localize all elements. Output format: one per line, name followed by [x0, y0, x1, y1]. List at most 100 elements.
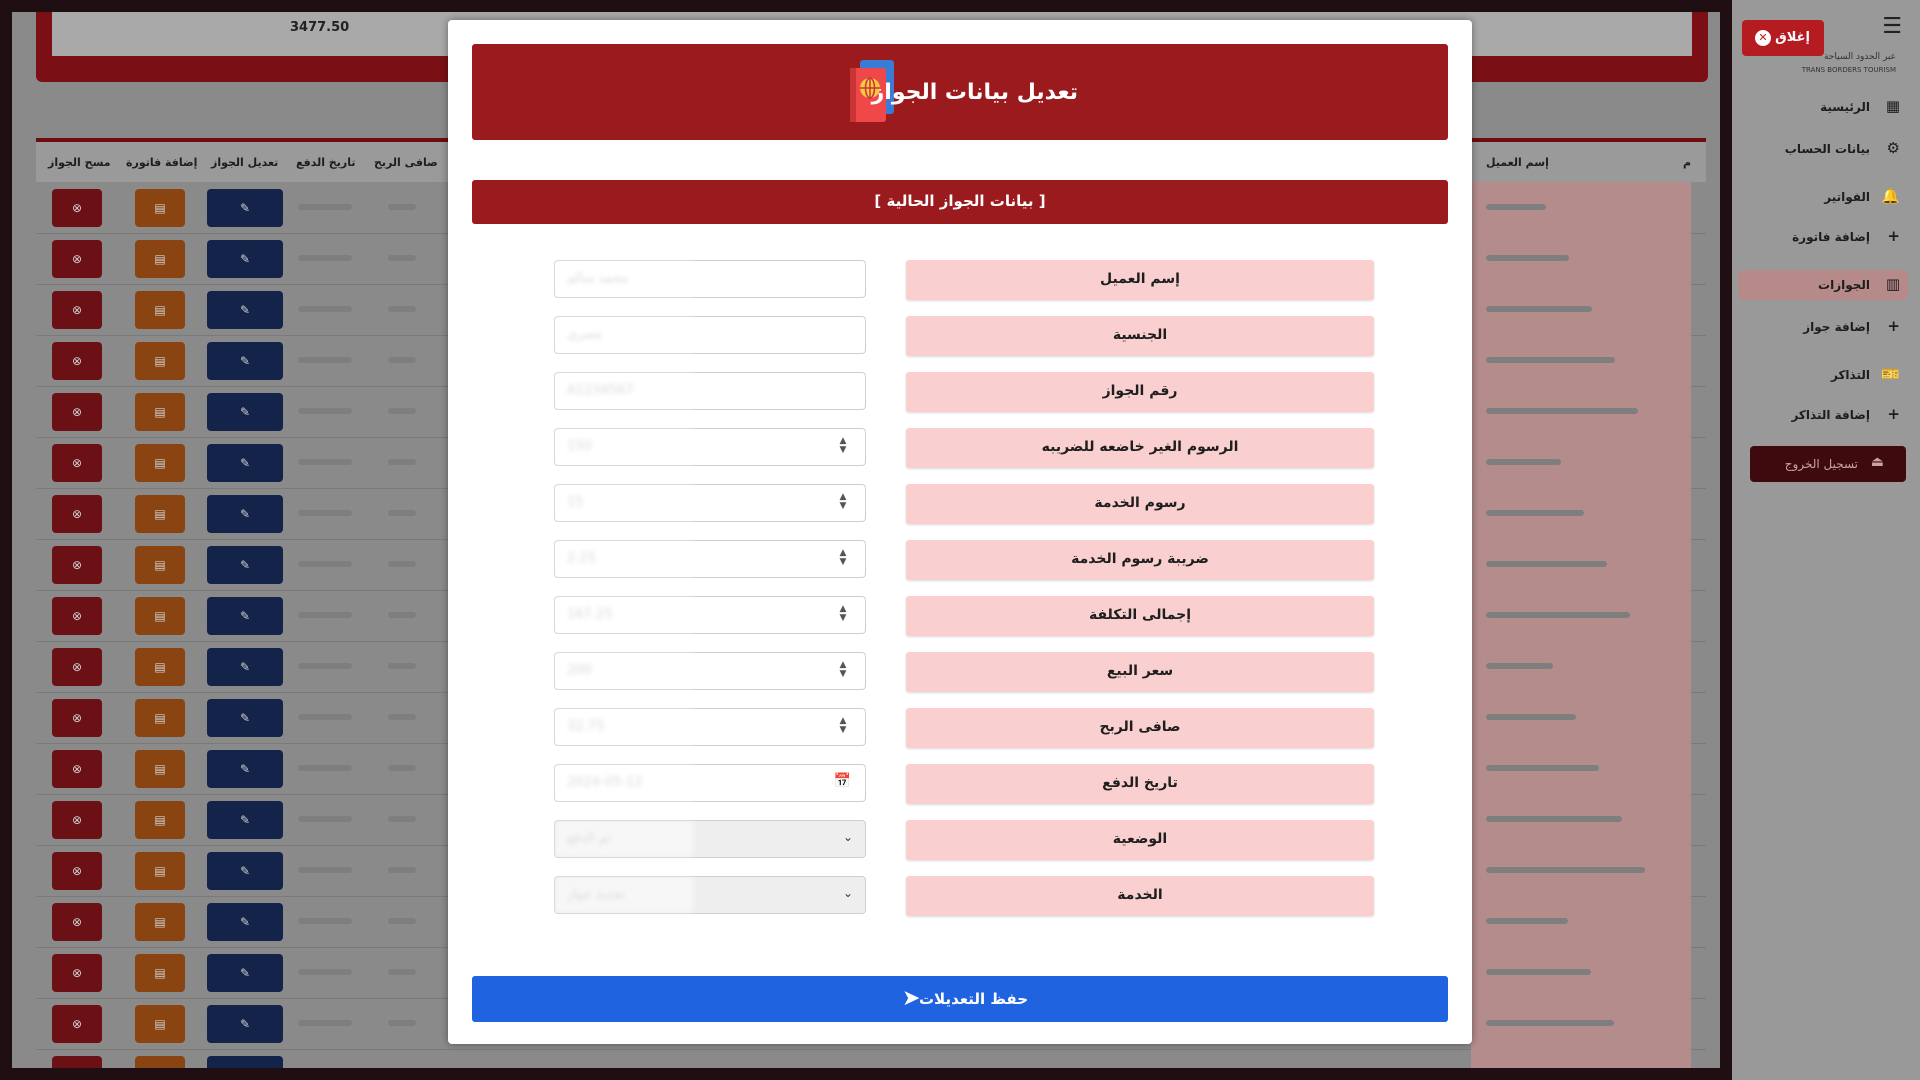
sidebar-item-0[interactable]: الرئيسية ▦	[1738, 92, 1908, 122]
add-invoice-button[interactable]: ▤	[135, 1056, 185, 1068]
delete-passport-button[interactable]: ⊗	[52, 852, 102, 890]
delete-passport-button[interactable]: ⊗	[52, 393, 102, 431]
stepper-icon[interactable]: ▲ ▼	[837, 437, 849, 455]
delete-passport-button[interactable]: ⊗	[52, 801, 102, 839]
add-invoice-button[interactable]: ▤	[135, 342, 185, 380]
input-field[interactable]: 15▲▼	[554, 484, 866, 522]
add-invoice-button[interactable]: ▤	[135, 240, 185, 278]
delete-passport-button[interactable]: ⊗	[52, 597, 102, 635]
edit-passport-button[interactable]: ✎	[207, 291, 283, 329]
edit-passport-button[interactable]: ✎	[207, 597, 283, 635]
add-invoice-button[interactable]: ▤	[135, 903, 185, 941]
calendar-icon[interactable]: 📅	[834, 773, 851, 789]
edit-passport-button[interactable]: ✎	[207, 750, 283, 788]
summary-total: 3477.50	[290, 20, 350, 35]
close-label: إغلاق	[1775, 30, 1810, 45]
sidebar-item-3[interactable]: إضافة فاتورة +	[1738, 222, 1908, 252]
delete-passport-button[interactable]: ⊗	[52, 291, 102, 329]
input-field[interactable]: 32.75▲▼	[554, 708, 866, 746]
add-invoice-button[interactable]: ▤	[135, 801, 185, 839]
stepper-icon[interactable]: ▲ ▼	[837, 549, 849, 567]
chevron-down-icon[interactable]: ⌄	[843, 886, 853, 900]
sidebar-item-2[interactable]: الفواتير 🔔	[1738, 182, 1908, 212]
table-row: ⊗ ▤ ✎	[36, 1049, 1706, 1068]
add-invoice-button[interactable]: ▤	[135, 546, 185, 584]
edit-passport-button[interactable]: ✎	[207, 393, 283, 431]
edit-passport-button[interactable]: ✎	[207, 189, 283, 227]
edit-passport-button[interactable]: ✎	[207, 240, 283, 278]
add-invoice-button[interactable]: ▤	[135, 648, 185, 686]
input-field[interactable]: مصري	[554, 316, 866, 354]
edit-passport-button[interactable]: ✎	[207, 1005, 283, 1043]
edit-passport-button[interactable]: ✎	[207, 546, 283, 584]
add-invoice-button[interactable]: ▤	[135, 189, 185, 227]
sidebar-item-label: إضافة جواز	[1803, 320, 1870, 334]
input-field[interactable]: 150▲▼	[554, 428, 866, 466]
edit-passport-button[interactable]: ✎	[207, 342, 283, 380]
edit-passport-button[interactable]: ✎	[207, 648, 283, 686]
input-field[interactable]: محمد سالم	[554, 260, 866, 298]
document-icon: ▤	[154, 252, 166, 266]
stepper-icon[interactable]: ▲ ▼	[837, 717, 849, 735]
delete-passport-button[interactable]: ⊗	[52, 699, 102, 737]
add-invoice-button[interactable]: ▤	[135, 852, 185, 890]
delete-passport-button[interactable]: ⊗	[52, 1005, 102, 1043]
page-background: 3477.50 مسح الجواز إضافة فاتورة تعديل ال…	[0, 0, 1920, 1080]
delete-passport-button[interactable]: ⊗	[52, 240, 102, 278]
delete-passport-button[interactable]: ⊗	[52, 903, 102, 941]
add-invoice-button[interactable]: ▤	[135, 444, 185, 482]
edit-passport-button[interactable]: ✎	[207, 444, 283, 482]
stepper-icon[interactable]: ▲ ▼	[837, 605, 849, 623]
field-label: الرسوم الغير خاضعه للضريبه	[1041, 439, 1239, 455]
delete-passport-button[interactable]: ⊗	[52, 954, 102, 992]
field-label: الجنسية	[1112, 327, 1168, 343]
stepper-icon[interactable]: ▲ ▼	[837, 661, 849, 679]
logout-button[interactable]: تسجيل الخروج ⏏	[1750, 446, 1906, 482]
delete-passport-button[interactable]: ⊗	[52, 495, 102, 533]
edit-passport-button[interactable]: ✎	[207, 903, 283, 941]
sidebar-item-6[interactable]: التذاكر 🎫	[1738, 360, 1908, 390]
sidebar-item-4[interactable]: الجوازات ▥	[1738, 270, 1908, 300]
close-button[interactable]: ✕ إغلاق	[1742, 20, 1824, 56]
edit-passport-button[interactable]: ✎	[207, 1056, 283, 1068]
delete-passport-button[interactable]: ⊗	[52, 750, 102, 788]
delete-passport-button[interactable]: ⊗	[52, 189, 102, 227]
chevron-down-icon[interactable]: ⌄	[843, 830, 853, 844]
delete-icon: ⊗	[71, 252, 83, 266]
edit-passport-button[interactable]: ✎	[207, 699, 283, 737]
delete-passport-button[interactable]: ⊗	[52, 546, 102, 584]
document-icon: ▤	[154, 456, 166, 470]
delete-passport-button[interactable]: ⊗	[52, 444, 102, 482]
edit-passport-button[interactable]: ✎	[207, 852, 283, 890]
add-invoice-button[interactable]: ▤	[135, 1005, 185, 1043]
save-changes-button[interactable]: ➤ حفظ التعديلات	[472, 976, 1448, 1022]
delete-passport-button[interactable]: ⊗	[52, 648, 102, 686]
add-invoice-button[interactable]: ▤	[135, 699, 185, 737]
input-field[interactable]: A1234567	[554, 372, 866, 410]
add-invoice-button[interactable]: ▤	[135, 750, 185, 788]
menu-icon[interactable]: ☰	[1882, 14, 1902, 39]
select-field[interactable]: تم الدفع⌄	[554, 820, 866, 858]
input-field[interactable]: 167.25▲▼	[554, 596, 866, 634]
stepper-icon[interactable]: ▲ ▼	[837, 493, 849, 511]
edit-passport-button[interactable]: ✎	[207, 954, 283, 992]
add-invoice-button[interactable]: ▤	[135, 393, 185, 431]
edit-passport-button[interactable]: ✎	[207, 801, 283, 839]
sidebar-item-1[interactable]: بيانات الحساب ⚙	[1738, 134, 1908, 164]
add-invoice-button[interactable]: ▤	[135, 495, 185, 533]
add-invoice-button[interactable]: ▤	[135, 597, 185, 635]
delete-passport-button[interactable]: ⊗	[52, 1056, 102, 1068]
sidebar-item-7[interactable]: إضافة التذاكر +	[1738, 400, 1908, 430]
edit-passport-button[interactable]: ✎	[207, 495, 283, 533]
delete-icon: ⊗	[71, 405, 83, 419]
input-field[interactable]: 200▲▼	[554, 652, 866, 690]
sidebar-item-5[interactable]: إضافة جواز +	[1738, 312, 1908, 342]
add-invoice-button[interactable]: ▤	[135, 954, 185, 992]
delete-passport-button[interactable]: ⊗	[52, 342, 102, 380]
field-label: ضريبة رسوم الخدمة	[1071, 551, 1209, 567]
date-field[interactable]: 2024-05-12📅	[554, 764, 866, 802]
add-invoice-button[interactable]: ▤	[135, 291, 185, 329]
select-field[interactable]: تجديد جواز⌄	[554, 876, 866, 914]
input-field[interactable]: 2.25▲▼	[554, 540, 866, 578]
delete-icon: ⊗	[71, 354, 83, 368]
